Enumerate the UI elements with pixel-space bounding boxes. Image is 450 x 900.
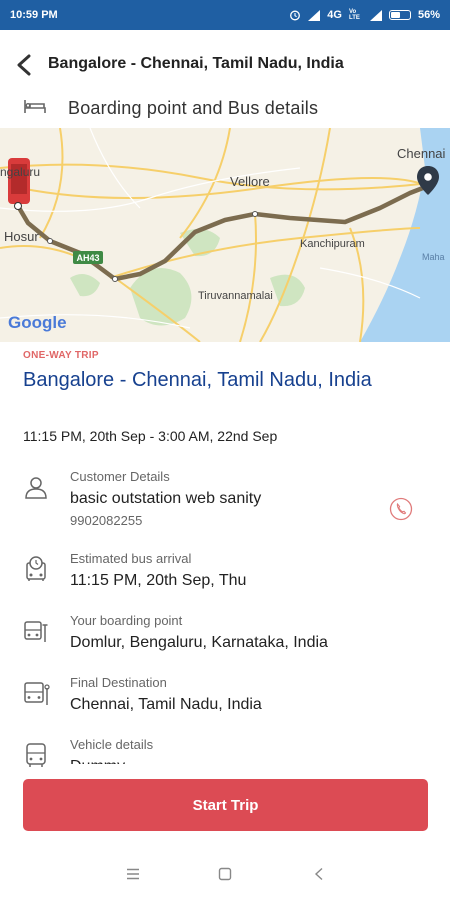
menu-icon (127, 868, 139, 880)
waypoint-marker (112, 276, 118, 282)
back-button[interactable] (10, 51, 38, 79)
bus-destination-icon (20, 677, 52, 709)
map-label-bengaluru: ngaluru (0, 165, 40, 179)
back-triangle-icon (314, 867, 323, 881)
bus-icon (20, 739, 52, 767)
map-logo: Google (8, 313, 67, 332)
system-nav-bar (0, 847, 450, 900)
map-label-tiruvannamalai: Tiruvannamalai (198, 290, 273, 302)
trip-time: 11:15 PM, 20th Sep - 3:00 AM, 22nd Sep (23, 428, 278, 444)
customer-phone: 9902082255 (70, 513, 143, 528)
start-trip-button[interactable]: Start Trip (23, 779, 428, 831)
signal-icon (308, 9, 321, 21)
bed-icon (24, 97, 46, 120)
map-label-kanchipuram: Kanchipuram (300, 238, 365, 250)
highway-label: AH43 (76, 253, 99, 263)
boarding-details-label: Boarding point and Bus details (68, 97, 319, 118)
customer-name: basic outstation web sanity (70, 490, 262, 507)
boarding-point-value: Domlur, Bengaluru, Karnataka, India (70, 634, 328, 651)
map-label-hosur: Hosur (4, 229, 39, 244)
status-bar: 10:59 PM 4G Vo LTE 56% (0, 0, 450, 30)
status-icons: 4G Vo LTE 56% (289, 9, 440, 21)
home-button[interactable] (212, 861, 238, 887)
waypoint-marker (47, 238, 53, 244)
destination-label: Final Destination (70, 675, 167, 690)
start-trip-container: Start Trip (0, 767, 450, 847)
destination-value: Chennai, Tamil Nadu, India (70, 696, 262, 713)
trip-details: ONE-WAY TRIP Bangalore - Chennai, Tamil … (0, 342, 450, 767)
bus-clock-icon (20, 553, 52, 585)
start-point (14, 202, 22, 210)
battery-icon (388, 10, 411, 20)
network-type: 4G (327, 9, 342, 21)
map-label-mahabalipuram: Maha (422, 252, 445, 262)
signal-icon-2 (369, 9, 382, 21)
page-title: Bangalore - Chennai, Tamil Nadu, India (48, 55, 344, 72)
alarm-icon (289, 9, 301, 21)
bus-stop-icon (20, 615, 52, 647)
map-label-vellore: Vellore (230, 174, 270, 189)
map-label-chennai: Chennai (397, 146, 446, 161)
vehicle-label: Vehicle details (70, 737, 154, 752)
trip-title: Bangalore - Chennai, Tamil Nadu, India (23, 369, 372, 391)
arrival-value: 11:15 PM, 20th Sep, Thu (70, 572, 247, 589)
boarding-details-row[interactable]: Boarding point and Bus details (0, 90, 450, 126)
volte-label: Vo LTE (348, 9, 360, 21)
trip-type-label: ONE-WAY TRIP (23, 350, 99, 361)
chevron-left-icon (17, 54, 31, 76)
arrival-label: Estimated bus arrival (70, 551, 192, 566)
waypoint-marker (252, 211, 258, 217)
status-time: 10:59 PM (10, 9, 58, 21)
destination-pin-dot (424, 173, 432, 181)
route-map[interactable]: AH43 ngaluru Chennai Vellore Hosur Kanch… (0, 128, 450, 342)
menu-button[interactable] (120, 861, 146, 887)
customer-details-label: Customer Details (70, 469, 170, 484)
home-square-icon (218, 867, 232, 881)
call-button[interactable] (387, 495, 415, 523)
phone-icon (389, 497, 413, 521)
battery-percent: 56% (417, 9, 440, 21)
boarding-point-label: Your boarding point (70, 613, 183, 628)
system-back-button[interactable] (306, 861, 332, 887)
user-icon (20, 471, 52, 503)
vehicle-value: Dummy (70, 758, 125, 764)
